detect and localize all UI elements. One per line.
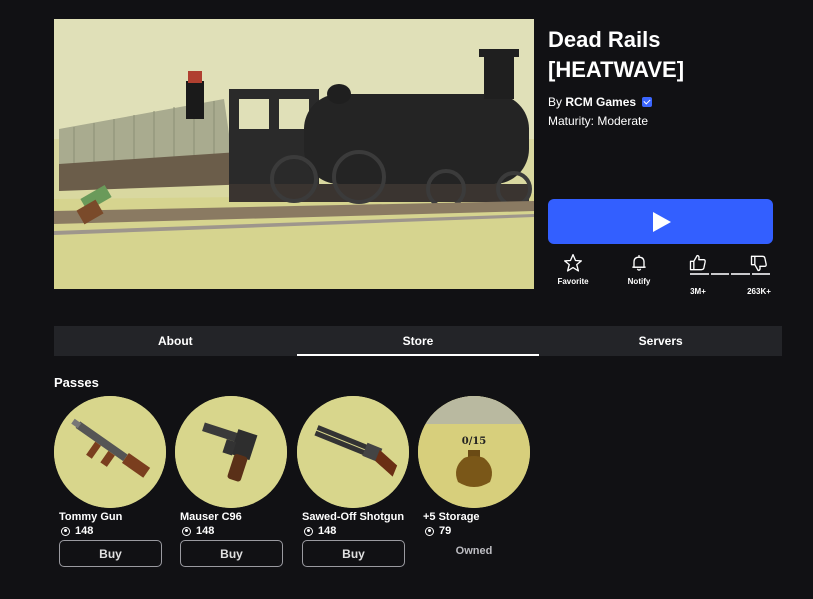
pass-name: Sawed-Off Shotgun: [302, 511, 405, 523]
pass-price: 148: [182, 525, 287, 537]
creator-link[interactable]: RCM Games: [565, 95, 636, 109]
storage-bag-icon: 0/15: [418, 396, 530, 508]
notify-label: Notify: [627, 277, 651, 286]
pass-thumbnail[interactable]: [297, 396, 409, 508]
bag-label: 0/15: [462, 436, 487, 447]
buy-button[interactable]: Buy: [59, 540, 162, 567]
pass-item: 0/15 +5 Storage 79 Owned: [418, 396, 530, 557]
pass-price: 148: [304, 525, 409, 537]
robux-icon: [425, 526, 434, 536]
game-title: Dead Rails [HEATWAVE]: [548, 27, 685, 82]
tab-about[interactable]: About: [54, 326, 297, 356]
robux-icon: [304, 526, 313, 536]
bell-icon: [632, 255, 646, 271]
star-icon: [564, 254, 582, 272]
owned-label: Owned: [455, 545, 493, 557]
favorite-label: Favorite: [557, 277, 589, 286]
shotgun-icon: [297, 396, 409, 508]
thumbs-up-icon: [689, 254, 706, 271]
by-label: By: [548, 95, 563, 109]
pass-thumbnail[interactable]: [175, 396, 287, 508]
pass-name: +5 Storage: [423, 511, 480, 523]
dislikes-count: 263K+: [747, 287, 771, 296]
creator-line: By RCM Games: [548, 95, 653, 109]
tommy-gun-icon: [54, 396, 166, 508]
buy-button[interactable]: Buy: [180, 540, 283, 567]
notify-button[interactable]: Notify: [614, 253, 664, 286]
verified-badge-icon: [642, 97, 653, 107]
pass-thumbnail[interactable]: 0/15: [418, 396, 530, 508]
buy-button[interactable]: Buy: [302, 540, 405, 567]
tab-servers[interactable]: Servers: [539, 326, 782, 356]
tab-bar: About Store Servers: [54, 326, 782, 356]
pass-thumbnail[interactable]: [54, 396, 166, 508]
pass-item: Sawed-Off Shotgun 148 Buy: [297, 396, 409, 567]
passes-heading: Passes: [54, 375, 99, 390]
maturity-label: Maturity: Moderate: [548, 114, 649, 128]
play-icon: [652, 211, 671, 232]
pass-name: Tommy Gun: [59, 511, 123, 523]
play-button[interactable]: [548, 199, 773, 244]
pass-name: Mauser C96: [180, 511, 242, 523]
robux-icon: [182, 526, 191, 536]
mauser-pistol-icon: [175, 396, 287, 508]
thumbs-down-icon: [750, 255, 767, 272]
favorite-button[interactable]: Favorite: [548, 253, 598, 286]
like-button[interactable]: 3M+: [673, 253, 723, 296]
pass-item: Mauser C96 148 Buy: [175, 396, 287, 567]
game-thumbnail[interactable]: [54, 19, 534, 289]
pass-price: 148: [61, 525, 166, 537]
likes-count: 3M+: [690, 287, 706, 296]
pass-item: Tommy Gun 148 Buy: [54, 396, 166, 567]
vote-ratio-bar: [690, 273, 770, 275]
tab-store[interactable]: Store: [296, 326, 540, 356]
robux-icon: [61, 526, 70, 536]
dislike-button[interactable]: 263K+: [734, 253, 784, 296]
train-scene-image: [54, 19, 534, 289]
pass-price: 79: [425, 525, 530, 537]
